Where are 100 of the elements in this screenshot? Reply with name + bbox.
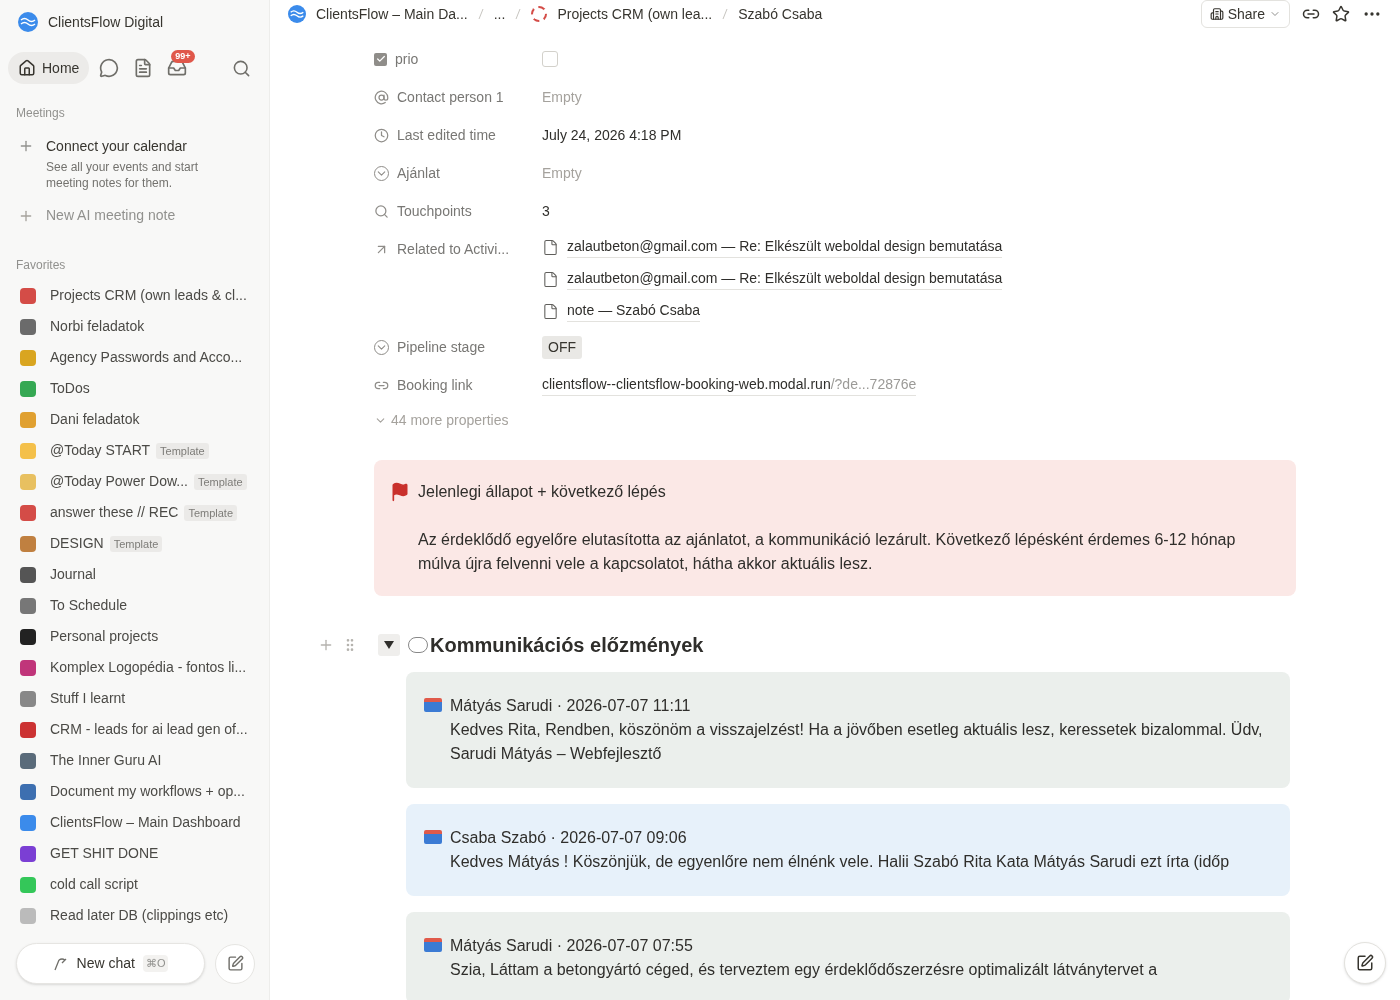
message-text: Kedves Rita, Rendben, köszönöm a visszajelzést! Ha a jövőben esetleg aktuális lesz, keressetek bizalommal. Üdv, Sarudi Mátyás – Webfejlesztő [450, 720, 1264, 764]
sidebar-item[interactable]: Document my workflows + op... [50, 781, 245, 802]
pen-icon [52, 955, 69, 972]
new-chat-button[interactable]: New chat ⌘O [16, 943, 205, 984]
checkbox[interactable] [542, 51, 558, 67]
ai-assistant-button[interactable] [1344, 942, 1386, 984]
compose-icon [226, 955, 244, 972]
property-label[interactable]: Booking link [397, 374, 473, 396]
breadcrumb[interactable]: Szabó Csaba [738, 3, 823, 25]
sidebar-item[interactable]: Norbi feladatok [50, 316, 145, 337]
sidebar-item[interactable]: Komplex Logopédia - fontos li... [50, 657, 247, 678]
target-icon [531, 6, 548, 22]
sidebar-item[interactable]: @Today Power Dow... [50, 471, 188, 492]
sidebar-item[interactable]: cold call script [50, 874, 138, 895]
breadcrumb-separator-icon [722, 8, 729, 20]
search-icon [374, 203, 389, 219]
chat-icon[interactable] [99, 58, 120, 78]
sidebar-item[interactable]: CRM - leads for ai lead gen of... [50, 719, 248, 740]
page-icon [20, 907, 36, 924]
sidebar-item[interactable]: DESIGN [50, 533, 104, 554]
toggle-button[interactable] [378, 634, 400, 656]
page-icon [20, 535, 36, 552]
page-icon [20, 473, 36, 490]
sidebar-item[interactable]: To Schedule [50, 595, 128, 616]
message-header: Mátyás Sarudi · 2026-07-07 11:11 [450, 696, 692, 716]
page-icon [20, 628, 36, 645]
sidebar-item[interactable]: Dani feladatok [50, 409, 140, 430]
notification-badge: 99+ [171, 50, 195, 63]
property-label[interactable]: Ajánlat [397, 162, 440, 184]
home-tab[interactable]: Home [8, 52, 90, 84]
property-label[interactable]: Related to Activi... [397, 238, 510, 260]
relation-link[interactable]: note — Szabó Csaba [567, 300, 701, 322]
property-label[interactable]: prio [395, 48, 419, 70]
template-tag: Template [184, 504, 238, 521]
page-icon [20, 287, 36, 304]
search-icon[interactable] [232, 58, 251, 78]
favorite-icon[interactable] [1332, 5, 1350, 23]
property-label[interactable]: Contact person 1 [397, 86, 504, 108]
sidebar-item[interactable]: Stuff I learnt [50, 688, 126, 709]
relation-link[interactable]: zalautbeton@gmail.com — Re: Elkészült weboldal design bemutatása [567, 236, 1003, 258]
sidebar-item[interactable]: Personal projects [50, 626, 159, 647]
workspace-name[interactable]: ClientsFlow Digital [48, 11, 164, 33]
page-icon [20, 752, 36, 769]
page-icon [20, 783, 36, 800]
building-icon [1209, 7, 1224, 21]
message-header: Csaba Szabó · 2026-07-07 09:06 [450, 828, 688, 848]
sidebar-item[interactable]: @Today START [50, 440, 151, 461]
message-text: Kedves Mátyás ! Köszönjük, de egyenlőre nem élnénk vele. Halii Szabó Rita Kata Mátyás Sarudi ezt írta (időp [450, 852, 1230, 872]
sidebar-item[interactable]: answer these // REC [50, 502, 179, 523]
inbox-icon[interactable] [167, 58, 188, 78]
relation-link[interactable]: zalautbeton@gmail.com — Re: Elkészült weboldal design bemutatása [567, 268, 1003, 290]
transcript-icon[interactable] [133, 58, 154, 78]
share-button[interactable]: Share [1200, 0, 1290, 28]
page-icon [20, 566, 36, 583]
booking-link[interactable]: clientsflow--clientsflow-booking-web.modal.run/?de...72876e [542, 374, 917, 396]
sidebar-item[interactable]: ClientsFlow – Main Dashboard [50, 812, 241, 833]
template-tag: Template [193, 473, 247, 490]
message-header: Mátyás Sarudi · 2026-07-07 07:55 [450, 936, 694, 956]
compose-icon [1356, 954, 1374, 972]
section-title: Favorites [15, 257, 67, 274]
breadcrumb[interactable]: Projects CRM (own lea... [557, 3, 713, 25]
sidebar-item[interactable]: Journal [50, 564, 96, 585]
home-icon [18, 59, 36, 77]
sidebar-item[interactable]: Projects CRM (own leads & cl... [50, 285, 247, 306]
flag-icon [390, 482, 410, 502]
breadcrumb[interactable]: ClientsFlow – Main Da... [316, 3, 468, 25]
connect-calendar-link[interactable]: Connect your calendar [46, 136, 216, 157]
triangle-icon [384, 640, 394, 650]
breadcrumb[interactable]: ... [493, 3, 506, 25]
property-value[interactable]: July 24, 2026 4:18 PM [542, 124, 682, 146]
template-tag: Template [156, 442, 209, 459]
page-icon [20, 876, 36, 893]
template-tag: Template [109, 535, 163, 552]
property-label[interactable]: Last edited time [397, 124, 496, 146]
waves-logo-icon [18, 12, 38, 32]
page-icon [542, 238, 559, 256]
sidebar-item[interactable]: ToDos [50, 378, 90, 399]
page-icon [20, 318, 36, 335]
page-icon [20, 442, 36, 459]
property-label[interactable]: Pipeline stage [397, 336, 485, 358]
sidebar-item[interactable]: The Inner Guru AI [50, 750, 162, 771]
section-heading: Kommunikációs előzmények [430, 633, 704, 658]
callout-title: Jelenlegi állapot + következő lépés [418, 482, 667, 502]
property-label[interactable]: Touchpoints [397, 200, 472, 222]
sidebar-item[interactable]: GET SHIT DONE [50, 843, 159, 864]
clock-icon [374, 127, 389, 143]
property-value[interactable]: 3 [542, 200, 550, 222]
page-icon [20, 504, 36, 521]
page-icon [20, 659, 36, 676]
plus-icon [18, 138, 34, 154]
page-icon [20, 380, 36, 397]
sidebar-item[interactable]: Read later DB (clippings etc) [50, 905, 229, 926]
page-icon [20, 349, 36, 366]
sidebar-item[interactable]: Agency Passwords and Acco... [50, 347, 243, 368]
tag[interactable]: OFF [542, 335, 582, 359]
compose-button[interactable] [215, 943, 255, 984]
calendar-description: See all your events and start meeting notes for them. [46, 159, 200, 191]
checkbox-icon [374, 52, 387, 66]
page-icon [20, 690, 36, 707]
at-icon [374, 89, 389, 105]
